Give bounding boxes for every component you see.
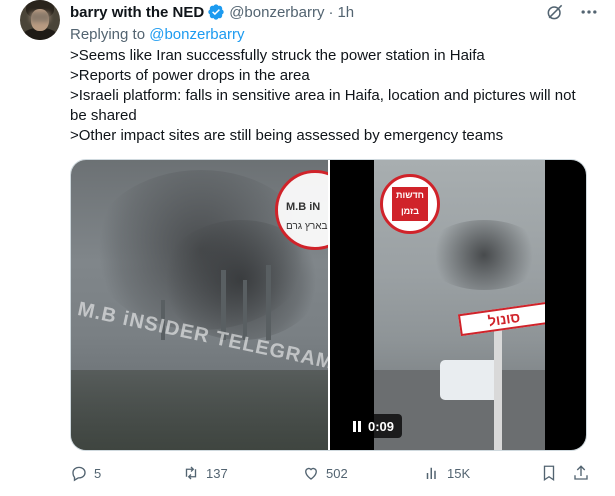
avatar[interactable] — [20, 0, 60, 40]
view-count: 15K — [447, 465, 471, 481]
heart-icon — [305, 467, 317, 480]
media-video[interactable]: סונול חדשות בזמן 0:09 — [328, 160, 586, 450]
media-photo[interactable]: M.B iNSIDER TELEGRAM M.B iN ים בארץ גרם — [71, 160, 328, 450]
display-name[interactable]: barry with the NED — [70, 4, 204, 21]
grok-icon[interactable] — [545, 2, 565, 22]
photo-badge-subtitle: ים בארץ גרם — [286, 221, 328, 232]
replying-mention[interactable]: @bonzerbarry — [149, 26, 244, 43]
video-frame[interactable]: סונול חדשות בזמן — [374, 160, 545, 450]
video-badge-text: חדשות בזמן — [392, 187, 428, 221]
handle[interactable]: @bonzerbarry — [229, 4, 324, 21]
van-image — [440, 360, 502, 400]
tweet-line: >Other impact sites are still being asse… — [70, 127, 504, 144]
media-grid: M.B iNSIDER TELEGRAM M.B iN ים בארץ גרם … — [70, 159, 587, 451]
video-time: 0:09 — [368, 418, 395, 434]
action-bar: 5 137 502 15K — [70, 462, 590, 484]
like-count: 502 — [326, 465, 348, 481]
tweet-top-actions — [545, 2, 599, 22]
replying-prefix: Replying to — [70, 26, 146, 43]
tweet[interactable]: barry with the NED @bonzerbarry · 1h Rep… — [0, 0, 615, 496]
share-icon — [574, 465, 588, 480]
tweet-line: >Israeli platform: falls in sensitive ar… — [70, 87, 576, 124]
photo-badge-title: M.B iN — [286, 201, 321, 213]
retweet-icon — [185, 466, 197, 480]
share-button[interactable] — [572, 464, 590, 482]
like-button[interactable]: 502 — [302, 464, 348, 482]
reply-button[interactable]: 5 — [70, 464, 101, 482]
retweet-button[interactable]: 137 — [182, 464, 228, 482]
reply-count: 5 — [94, 465, 102, 481]
views-icon — [426, 467, 436, 479]
bookmark-icon — [543, 465, 555, 482]
replying-to: Replying to @bonzerbarry — [70, 26, 245, 43]
tweet-header: barry with the NED @bonzerbarry · 1h — [70, 2, 354, 22]
video-timer[interactable]: 0:09 — [344, 414, 403, 438]
tweet-line: >Reports of power drops in the area — [70, 67, 310, 84]
bookmark-button[interactable] — [540, 464, 558, 482]
tweet-text: >Seems like Iran successfully struck the… — [70, 46, 590, 146]
verified-badge-icon — [207, 3, 225, 21]
views-button[interactable]: 15K — [423, 464, 470, 482]
video-logo-badge: חדשות בזמן — [380, 174, 440, 234]
more-options-icon[interactable] — [579, 2, 599, 22]
separator-dot: · — [328, 3, 334, 21]
pause-icon[interactable] — [352, 420, 362, 432]
retweet-count: 137 — [206, 465, 228, 481]
timestamp[interactable]: 1h — [337, 4, 354, 21]
reply-icon — [72, 466, 86, 482]
tweet-line: >Seems like Iran successfully struck the… — [70, 47, 485, 64]
